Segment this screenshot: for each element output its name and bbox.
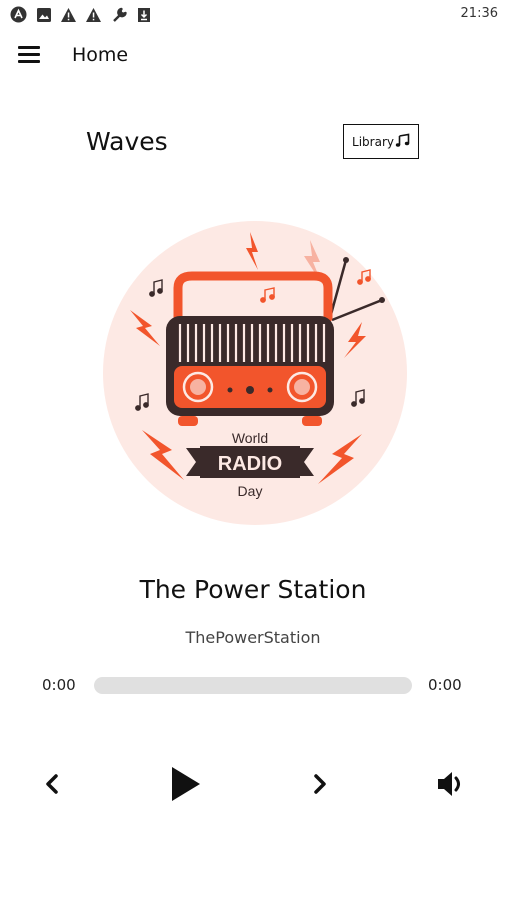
current-time: 0:00 (42, 676, 76, 694)
station-id: ThePowerStation (185, 628, 321, 647)
volume-button[interactable] (432, 768, 470, 804)
artwork-line1: World (232, 430, 268, 446)
status-bar: 21:36 (0, 0, 506, 28)
duration: 0:00 (428, 676, 462, 694)
page-title: Home (72, 44, 129, 66)
warning-icon (60, 6, 77, 23)
hamburger-menu-icon[interactable] (18, 46, 40, 64)
brand-title: Waves (86, 127, 168, 156)
image-icon (35, 6, 52, 23)
next-icon (311, 774, 329, 798)
music-note-icon (395, 133, 410, 151)
previous-button[interactable] (36, 768, 68, 804)
warning-icon (85, 6, 102, 23)
volume-icon (436, 771, 466, 801)
play-icon (168, 766, 202, 806)
artwork-line3: Day (238, 483, 263, 499)
library-button[interactable]: Library (343, 124, 419, 159)
progress-bar[interactable] (94, 677, 412, 694)
library-button-label: Library (352, 134, 394, 149)
status-time: 21:36 (460, 6, 498, 21)
station-name: The Power Station (139, 575, 367, 604)
next-button[interactable] (304, 768, 336, 804)
app-notification-icon (10, 6, 27, 23)
wrench-icon (110, 6, 127, 23)
previous-icon (43, 774, 61, 798)
app-bar: Home (0, 36, 506, 76)
station-artwork: World RADIO Day (100, 218, 410, 528)
artwork-line2: RADIO (218, 453, 282, 475)
play-button[interactable] (162, 764, 208, 808)
status-icons (10, 6, 152, 23)
download-icon (135, 6, 152, 23)
